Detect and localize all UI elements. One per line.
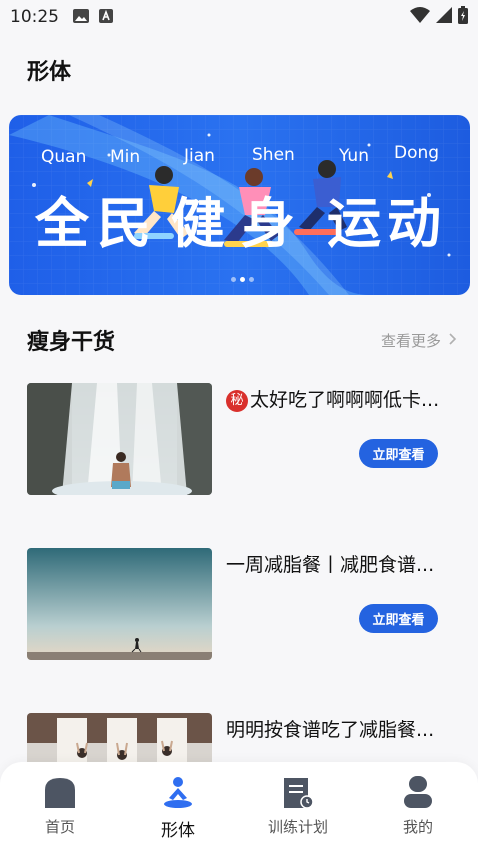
wifi-icon — [410, 7, 430, 27]
banner-pagination — [231, 277, 254, 282]
view-now-button[interactable]: 立即查看 — [359, 604, 438, 633]
pinyin-min: Min — [110, 147, 141, 167]
headline-char-5: 运 — [327, 192, 381, 255]
section-header: 瘦身干货 查看更多 — [27, 323, 457, 357]
pinyin-yun: Yun — [339, 146, 369, 166]
view-more-label: 查看更多 — [380, 331, 441, 350]
article-title: 秘太好吃了啊啊啊低卡... — [226, 387, 442, 413]
headline-char-6: 动 — [387, 192, 441, 255]
article-title: 一周减脂餐丨减肥食谱... — [226, 554, 435, 576]
nav-item-body[interactable]: 形体 — [118, 776, 238, 841]
image-icon — [73, 8, 89, 27]
page-title: 形体 — [27, 60, 72, 85]
headline-char-1: 全 — [35, 192, 89, 255]
banner-dot-active[interactable] — [240, 277, 245, 282]
nav-item-training-plan[interactable]: 训练计划 — [238, 776, 358, 837]
view-now-button[interactable]: 立即查看 — [359, 439, 438, 468]
article-title: 明明按食谱吃了减脂餐... — [226, 719, 435, 741]
headline-char-2: 民 — [97, 192, 151, 255]
user-icon — [401, 776, 435, 812]
promo-banner[interactable]: Quan Min Jian Shen Yun Dong 全 民 健 身 运 动 — [9, 115, 470, 295]
headline-char-3: 健 — [171, 192, 225, 255]
status-time: 10:25 — [10, 7, 59, 27]
article-card[interactable]: 秘太好吃了啊啊啊低卡... 立即查看 — [27, 383, 447, 495]
nav-item-home[interactable]: 首页 — [0, 776, 120, 837]
yoga-icon — [161, 776, 195, 812]
banner-dot[interactable] — [249, 277, 254, 282]
section-title: 瘦身干货 — [27, 330, 116, 355]
headline-char-4: 身 — [241, 192, 295, 255]
pinyin-shen: Shen — [252, 145, 295, 165]
banner-dot[interactable] — [231, 277, 236, 282]
nav-label-training-plan: 训练计划 — [267, 818, 328, 836]
nav-label-home: 首页 — [44, 818, 75, 836]
nav-label-mine: 我的 — [402, 818, 433, 836]
pinyin-jian: Jian — [184, 146, 215, 166]
chevron-right-icon — [449, 331, 457, 349]
nav-item-mine[interactable]: 我的 — [358, 776, 478, 837]
secret-badge: 秘 — [226, 390, 248, 412]
home-icon — [43, 776, 77, 812]
beach-runner-photo — [27, 548, 212, 660]
signal-icon — [436, 7, 452, 27]
article-card[interactable]: 一周减脂餐丨减肥食谱... 立即查看 — [27, 548, 447, 660]
view-more-link[interactable]: 查看更多 — [381, 330, 457, 351]
article-title-text: 太好吃了啊啊啊低卡... — [250, 389, 440, 411]
battery-icon — [458, 6, 468, 28]
status-bar: 10:25 — [0, 0, 478, 34]
a-icon — [99, 8, 113, 27]
plan-icon — [281, 776, 315, 812]
bottom-navigation: 首页 形体 训练计划 我的 — [0, 762, 478, 850]
pinyin-dong: Dong — [394, 143, 440, 163]
nav-label-body: 形体 — [161, 821, 195, 841]
waterfall-photo — [27, 383, 212, 495]
pinyin-quan: Quan — [41, 147, 87, 167]
